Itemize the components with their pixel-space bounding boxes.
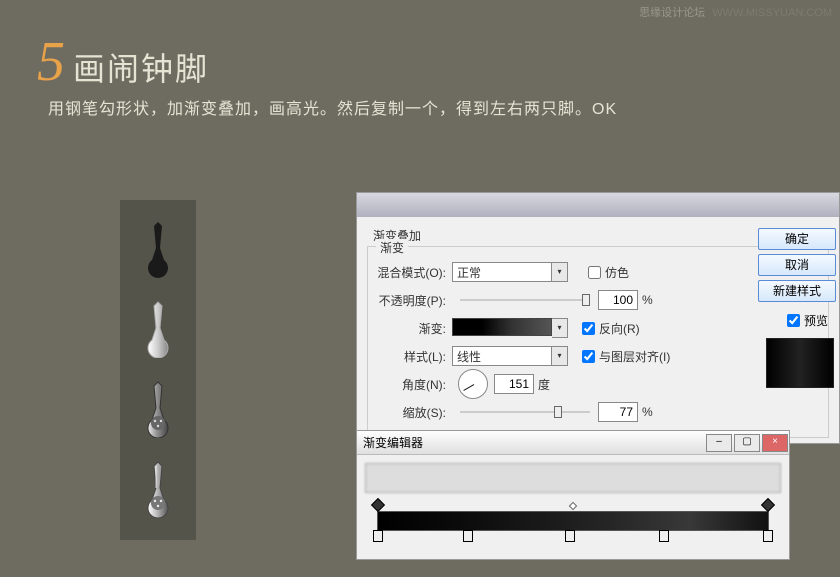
chevron-down-icon[interactable]: ▾	[552, 318, 568, 338]
gradient-label: 渐变:	[376, 320, 446, 337]
step-title: 画闹钟脚	[73, 44, 209, 90]
gradient-presets[interactable]	[365, 463, 781, 493]
opacity-input[interactable]	[598, 290, 638, 310]
thumb-2	[138, 298, 178, 363]
angle-input[interactable]	[494, 374, 534, 394]
group-legend: 渐变	[376, 239, 408, 256]
dither-checkbox[interactable]	[588, 266, 601, 279]
opacity-slider[interactable]	[460, 291, 590, 309]
preview-label: 预览	[804, 312, 828, 329]
watermark: 思缘设计论坛 WWW.MISSYUAN.COM	[639, 4, 832, 20]
opacity-label: 不透明度(P):	[376, 292, 446, 309]
style-select[interactable]: 线性	[452, 346, 552, 366]
new-style-button[interactable]: 新建样式	[758, 280, 836, 302]
preview-checkbox[interactable]	[787, 314, 800, 327]
angle-label: 角度(N):	[376, 376, 446, 393]
opacity-stop-right[interactable]	[761, 498, 775, 512]
opacity-midpoint[interactable]	[569, 502, 577, 510]
angle-unit: 度	[538, 376, 550, 393]
step-header: 5 画闹钟脚	[37, 30, 209, 94]
cancel-button[interactable]: 取消	[758, 254, 836, 276]
gradient-editor-titlebar[interactable]: 渐变编辑器 – ▢ ×	[357, 431, 789, 455]
scale-unit: %	[642, 405, 653, 419]
style-label: 样式(L):	[376, 348, 446, 365]
step-description: 用钢笔勾形状，加渐变叠加，画高光。然后复制一个，得到左右两只脚。OK	[48, 95, 617, 119]
color-stop[interactable]	[763, 530, 773, 542]
dialog-buttons: 确定 取消 新建样式 预览	[758, 228, 840, 329]
watermark-url: WWW.MISSYUAN.COM	[712, 7, 832, 19]
panel-titlebar[interactable]	[357, 193, 839, 217]
angle-dial[interactable]	[458, 369, 488, 399]
thumb-1	[138, 218, 178, 283]
align-checkbox[interactable]	[582, 350, 595, 363]
minimize-icon[interactable]: –	[706, 434, 732, 452]
opacity-stop-left[interactable]	[371, 498, 385, 512]
ok-button[interactable]: 确定	[758, 228, 836, 250]
blend-select[interactable]: 正常	[452, 262, 552, 282]
color-stop[interactable]	[565, 530, 575, 542]
color-stop[interactable]	[463, 530, 473, 542]
gradient-editor-window: 渐变编辑器 – ▢ ×	[356, 430, 790, 560]
watermark-site: 思缘设计论坛	[639, 7, 705, 19]
gradient-bar[interactable]	[377, 511, 769, 531]
preview-swatch	[766, 338, 834, 388]
gradient-preview[interactable]	[452, 318, 552, 336]
blend-label: 混合模式(O):	[376, 264, 446, 281]
reverse-label: 反向(R)	[599, 320, 640, 337]
align-label: 与图层对齐(I)	[599, 348, 670, 365]
thumbnail-strip	[120, 200, 196, 540]
thumb-3	[138, 378, 178, 443]
reverse-checkbox[interactable]	[582, 322, 595, 335]
step-number: 5	[37, 30, 65, 94]
dither-label: 仿色	[605, 264, 629, 281]
scale-input[interactable]	[598, 402, 638, 422]
color-stop[interactable]	[373, 530, 383, 542]
chevron-down-icon[interactable]: ▾	[552, 346, 568, 366]
gradient-editor-title: 渐变编辑器	[363, 434, 423, 451]
scale-label: 缩放(S):	[376, 404, 446, 421]
opacity-unit: %	[642, 293, 653, 307]
thumb-4	[138, 458, 178, 523]
gradient-bar-wrap	[377, 511, 769, 531]
chevron-down-icon[interactable]: ▾	[552, 262, 568, 282]
maximize-icon[interactable]: ▢	[734, 434, 760, 452]
color-stop[interactable]	[659, 530, 669, 542]
scale-slider[interactable]	[460, 403, 590, 421]
close-icon[interactable]: ×	[762, 434, 788, 452]
